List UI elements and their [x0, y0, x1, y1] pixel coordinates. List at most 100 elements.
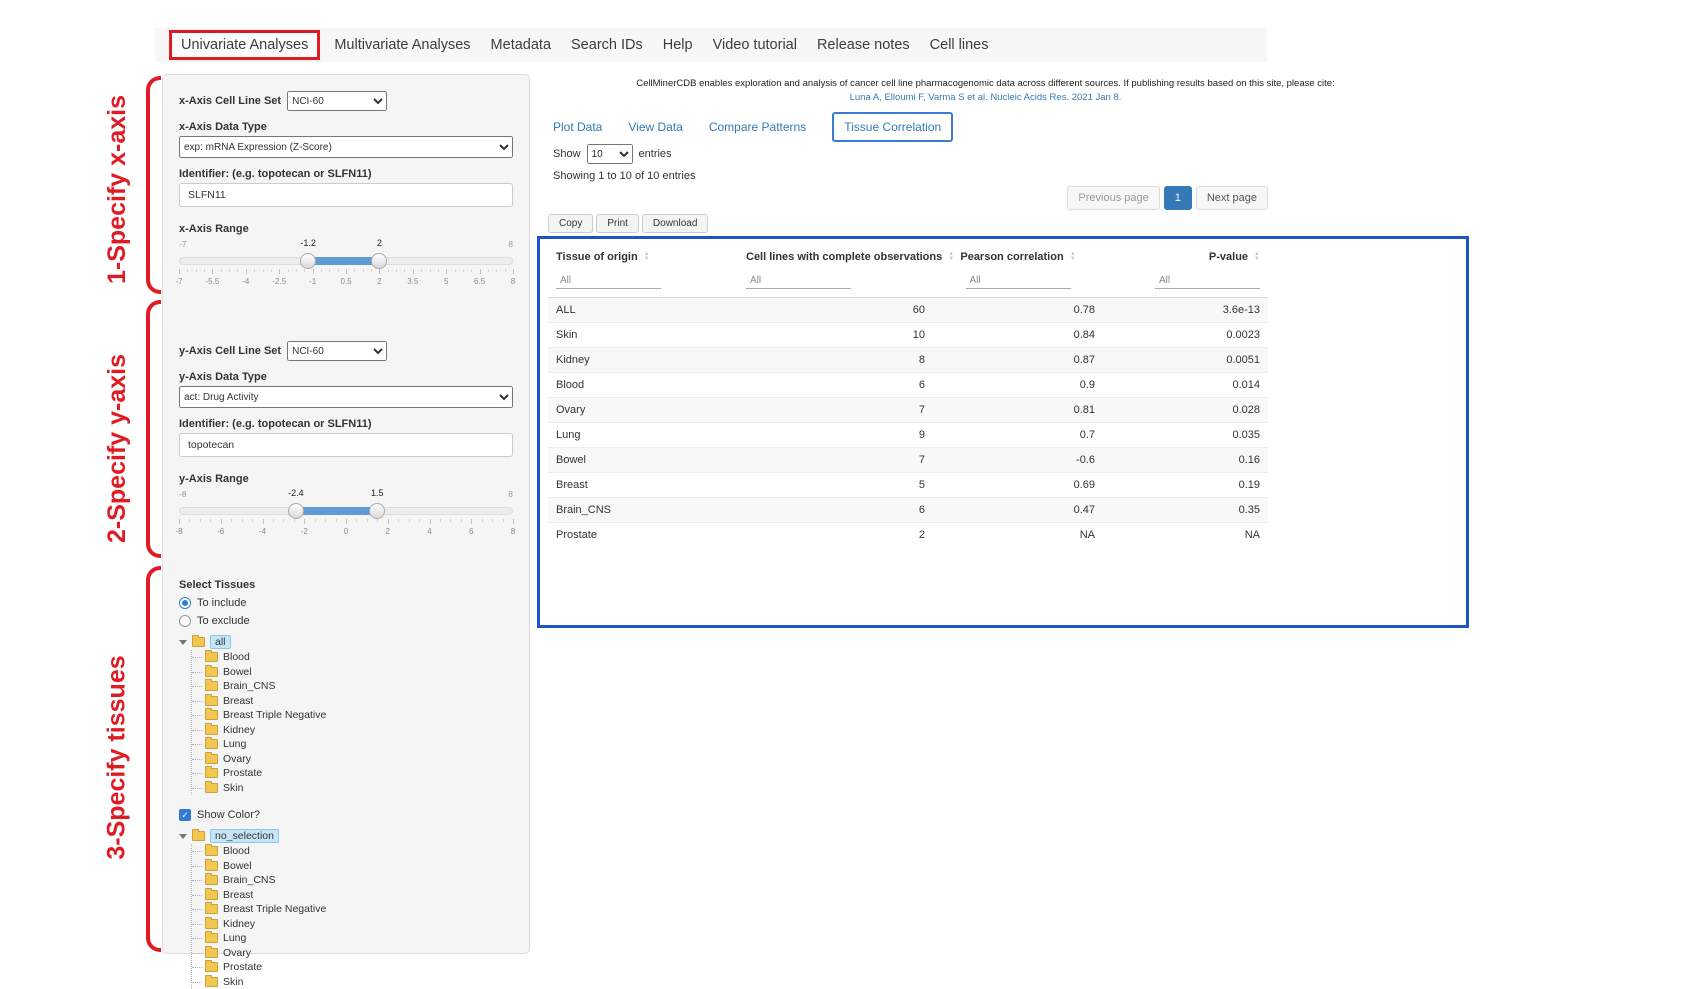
tree-item-label: Breast Triple Negative: [223, 903, 326, 915]
x-range-slider[interactable]: -78-1.22-7-5.5-4-2.5-10.523.556.58: [179, 239, 513, 295]
tree-item-skin[interactable]: Skin: [192, 781, 513, 796]
tree-item-lung[interactable]: Lung: [192, 737, 513, 752]
table-row-brain-cns[interactable]: Brain_CNS60.470.35: [548, 498, 1268, 523]
table-row-breast[interactable]: Breast50.690.19: [548, 473, 1268, 498]
annotation-bracket-3: [146, 566, 161, 952]
copy-button[interactable]: Copy: [548, 214, 593, 233]
tree-item-ovary[interactable]: Ovary: [192, 946, 513, 961]
x-identifier-input[interactable]: [179, 183, 513, 207]
column-header-pearson-correlation[interactable]: Pearson correlation▲▼: [933, 244, 1103, 270]
tree-root-all[interactable]: all: [179, 635, 513, 649]
tree-item-label: Brain_CNS: [223, 680, 276, 692]
column-filter-input-p-value[interactable]: [1155, 273, 1260, 289]
table-row-lung[interactable]: Lung90.70.035: [548, 423, 1268, 448]
nav-item-video-tutorial[interactable]: Video tutorial: [703, 30, 807, 60]
citation-link[interactable]: Luna A, Elloumi F, Varma S et al. Nuclei…: [548, 92, 1423, 103]
tissues-include-radio[interactable]: To include: [179, 597, 513, 609]
tree-item-blood[interactable]: Blood: [192, 650, 513, 665]
tree-item-bowel[interactable]: Bowel: [192, 859, 513, 874]
page-size-select[interactable]: 10: [587, 144, 633, 164]
x-cell-line-set-select[interactable]: NCI-60: [287, 91, 387, 111]
table-row-bowel[interactable]: Bowel7-0.60.16: [548, 448, 1268, 473]
show-entries-control: Show 10 entries: [553, 144, 672, 164]
tree-item-breast-triple-negative[interactable]: Breast Triple Negative: [192, 708, 513, 723]
tree-item-kidney[interactable]: Kidney: [192, 917, 513, 932]
sort-icon[interactable]: ▲▼: [1070, 252, 1076, 262]
tree-item-breast-triple-negative[interactable]: Breast Triple Negative: [192, 902, 513, 917]
column-header-label: P-value: [1209, 251, 1248, 263]
tree-root-label: all: [210, 635, 231, 649]
tree-item-breast[interactable]: Breast: [192, 888, 513, 903]
tree-root-no-selection[interactable]: no_selection: [179, 829, 513, 843]
column-filter-input-cell-lines-with-complete-observations[interactable]: [746, 273, 851, 289]
annotation-step2: 2-Specify y-axis: [92, 338, 142, 558]
value-cell: 8: [738, 348, 933, 373]
value-cell: NA: [933, 523, 1103, 548]
tree-item-bowel[interactable]: Bowel: [192, 665, 513, 680]
tree-item-breast[interactable]: Breast: [192, 694, 513, 709]
print-button[interactable]: Print: [596, 214, 639, 233]
column-filter-input-tissue-of-origin[interactable]: [556, 273, 661, 289]
x-data-type-select[interactable]: exp: mRNA Expression (Z-Score): [179, 136, 513, 158]
radio-selected-icon: [179, 597, 191, 609]
tree-item-blood[interactable]: Blood: [192, 844, 513, 859]
tree-item-ovary[interactable]: Ovary: [192, 752, 513, 767]
nav-item-cell-lines[interactable]: Cell lines: [920, 30, 999, 60]
y-identifier-input[interactable]: [179, 433, 513, 457]
tab-plot-data[interactable]: Plot Data: [553, 120, 602, 134]
tree-item-brain-cns[interactable]: Brain_CNS: [192, 873, 513, 888]
show-label: Show: [553, 148, 581, 160]
table-row-ovary[interactable]: Ovary70.810.028: [548, 398, 1268, 423]
show-color-checkbox[interactable]: Show Color?: [179, 809, 513, 821]
tree-item-label: Kidney: [223, 724, 255, 736]
nav-item-search-ids[interactable]: Search IDs: [561, 30, 653, 60]
slider-handle-to[interactable]: [371, 253, 387, 269]
table-header-row: Tissue of origin▲▼Cell lines with comple…: [548, 244, 1268, 270]
nav-item-release-notes[interactable]: Release notes: [807, 30, 920, 60]
nav-item-help[interactable]: Help: [653, 30, 703, 60]
value-cell: 3.6e-13: [1103, 298, 1268, 323]
slider-handle-from[interactable]: [288, 503, 304, 519]
slider-to-value: 1.5: [371, 488, 384, 498]
tab-tissue-correlation[interactable]: Tissue Correlation: [832, 112, 953, 142]
y-range-slider[interactable]: -88-2.41.5-8-6-4-202468: [179, 489, 513, 545]
table-row-blood[interactable]: Blood60.90.014: [548, 373, 1268, 398]
next-page-button[interactable]: Next page: [1196, 186, 1268, 210]
tree-item-prostate[interactable]: Prostate: [192, 960, 513, 975]
tissues-exclude-radio[interactable]: To exclude: [179, 615, 513, 627]
annotation-step1: 1-Specify x-axis: [92, 84, 142, 294]
page-1-button[interactable]: 1: [1164, 186, 1192, 210]
column-header-p-value[interactable]: P-value ▲▼: [1103, 244, 1268, 270]
nav-item-multivariate-analyses[interactable]: Multivariate Analyses: [324, 30, 480, 60]
sort-icon[interactable]: ▲▼: [1254, 252, 1260, 262]
slider-handle-from[interactable]: [300, 253, 316, 269]
y-data-type-select[interactable]: act: Drug Activity: [179, 386, 513, 408]
column-header-cell-lines-with-complete-observations[interactable]: Cell lines with complete observations▲▼: [738, 244, 933, 270]
nav-item-univariate-analyses[interactable]: Univariate Analyses: [169, 30, 320, 60]
download-button[interactable]: Download: [642, 214, 708, 233]
tree-item-kidney[interactable]: Kidney: [192, 723, 513, 738]
column-header-tissue-of-origin[interactable]: Tissue of origin▲▼: [548, 244, 738, 270]
tree-item-brain-cns[interactable]: Brain_CNS: [192, 679, 513, 694]
sort-icon[interactable]: ▲▼: [644, 252, 650, 262]
table-row-prostate[interactable]: Prostate2NANA: [548, 523, 1268, 548]
table-row-all[interactable]: ALL600.783.6e-13: [548, 298, 1268, 323]
table-row-skin[interactable]: Skin100.840.0023: [548, 323, 1268, 348]
previous-page-button[interactable]: Previous page: [1067, 186, 1159, 210]
tissue-cell: Brain_CNS: [548, 498, 738, 523]
sort-icon[interactable]: ▲▼: [948, 252, 954, 262]
entries-label: entries: [639, 148, 672, 160]
tree-item-skin[interactable]: Skin: [192, 975, 513, 989]
tree-item-label: Skin: [223, 976, 243, 988]
tree-item-lung[interactable]: Lung: [192, 931, 513, 946]
tab-compare-patterns[interactable]: Compare Patterns: [709, 120, 806, 134]
tab-view-data[interactable]: View Data: [628, 120, 682, 134]
table-row-kidney[interactable]: Kidney80.870.0051: [548, 348, 1268, 373]
tree-item-prostate[interactable]: Prostate: [192, 766, 513, 781]
slider-grid: -7-5.5-4-2.5-10.523.556.58: [179, 269, 513, 289]
column-filter-input-pearson-correlation[interactable]: [966, 273, 1071, 289]
y-cell-line-set-select[interactable]: NCI-60: [287, 341, 387, 361]
slider-handle-to[interactable]: [369, 503, 385, 519]
show-color-label: Show Color?: [197, 809, 260, 821]
nav-item-metadata[interactable]: Metadata: [481, 30, 561, 60]
